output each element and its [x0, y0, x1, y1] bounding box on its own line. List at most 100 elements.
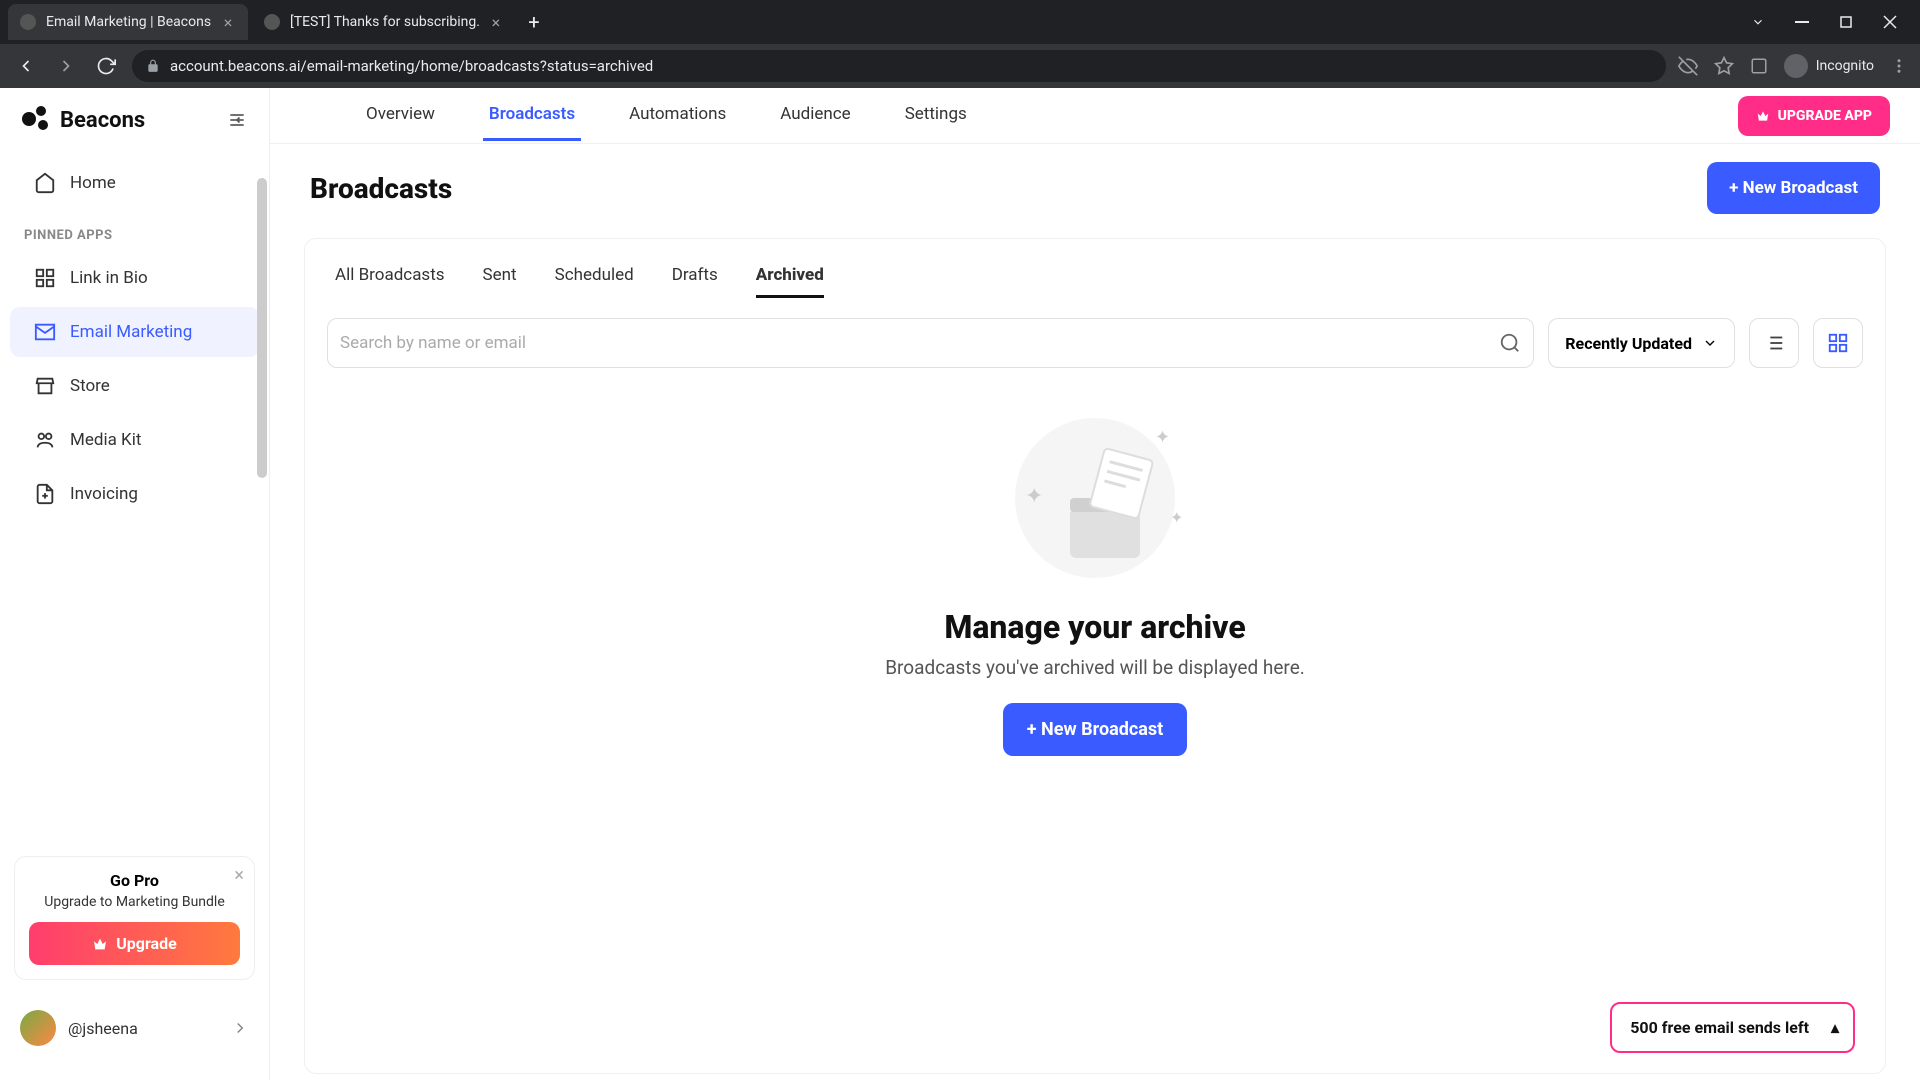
brand-logo[interactable]: Beacons [22, 106, 145, 134]
collapse-sidebar-icon[interactable] [227, 110, 247, 130]
minimize-icon[interactable] [1792, 12, 1812, 32]
sidebar-item-store[interactable]: Store [10, 361, 259, 411]
sidebar-item-label: Store [70, 376, 110, 396]
url-text: account.beacons.ai/email-marketing/home/… [170, 57, 653, 75]
empty-illustration: ✦ ✦ ✦ [975, 398, 1215, 598]
upgrade-button[interactable]: Upgrade [29, 922, 240, 965]
content-card: All Broadcasts Sent Scheduled Drafts Arc… [304, 238, 1886, 1074]
empty-subtitle: Broadcasts you've archived will be displ… [885, 656, 1305, 679]
upgrade-button-label: Upgrade [116, 934, 177, 953]
chevron-down-icon [1702, 335, 1718, 351]
gopro-card: × Go Pro Upgrade to Marketing Bundle Upg… [14, 856, 255, 980]
media-kit-icon [34, 429, 56, 451]
brand-name: Beacons [60, 108, 145, 133]
sidebar-item-email-marketing[interactable]: Email Marketing [10, 307, 259, 357]
tab-automations[interactable]: Automations [623, 90, 732, 141]
gopro-title: Go Pro [29, 871, 240, 890]
quota-pill[interactable]: 500 free email sends left [1610, 1002, 1855, 1053]
back-button[interactable] [12, 52, 40, 80]
tab-settings[interactable]: Settings [899, 90, 973, 141]
crown-icon [1756, 109, 1770, 123]
tab-favicon [264, 14, 280, 30]
tab-title: [TEST] Thanks for subscribing. [290, 14, 480, 30]
close-icon[interactable] [1880, 12, 1900, 32]
sidebar-item-label: Invoicing [70, 484, 138, 504]
search-field-wrap[interactable] [327, 318, 1534, 368]
incognito-label: Incognito [1816, 58, 1874, 74]
empty-title: Manage your archive [944, 608, 1245, 646]
filter-tab-archived[interactable]: Archived [756, 265, 824, 298]
url-bar: account.beacons.ai/email-marketing/home/… [0, 44, 1920, 88]
main: Overview Broadcasts Automations Audience… [270, 88, 1920, 1080]
user-handle: @jsheena [68, 1019, 219, 1038]
search-input[interactable] [340, 333, 1499, 353]
filter-tab-scheduled[interactable]: Scheduled [555, 265, 634, 298]
sidebar-item-media-kit[interactable]: Media Kit [10, 415, 259, 465]
reload-button[interactable] [92, 52, 120, 80]
avatar [20, 1010, 56, 1046]
sidebar-item-invoicing[interactable]: Invoicing [10, 469, 259, 519]
filter-tab-all[interactable]: All Broadcasts [335, 265, 445, 298]
controls-row: Recently Updated [327, 318, 1863, 368]
filter-tabs: All Broadcasts Sent Scheduled Drafts Arc… [327, 261, 1863, 318]
kebab-menu-icon[interactable] [1890, 57, 1908, 75]
tab-title: Email Marketing | Beacons [46, 14, 212, 30]
filter-tab-drafts[interactable]: Drafts [672, 265, 718, 298]
list-view-button[interactable] [1749, 318, 1799, 368]
new-broadcast-button[interactable]: + New Broadcast [1003, 703, 1187, 756]
close-icon[interactable]: × [220, 14, 236, 30]
tab-broadcasts[interactable]: Broadcasts [483, 90, 581, 141]
chevron-down-icon[interactable] [1748, 12, 1768, 32]
sort-label: Recently Updated [1565, 334, 1692, 353]
quota-label: 500 free email sends left [1630, 1018, 1809, 1037]
sidebar-item-label: Home [70, 173, 116, 193]
tab-favicon [20, 14, 36, 30]
browser-tab[interactable]: Email Marketing | Beacons × [8, 4, 248, 40]
upgrade-app-label: UPGRADE APP [1778, 108, 1872, 124]
sidebar-item-link-in-bio[interactable]: Link in Bio [10, 253, 259, 303]
close-icon[interactable]: × [234, 865, 244, 886]
grid-icon [34, 267, 56, 289]
sort-dropdown[interactable]: Recently Updated [1548, 318, 1735, 368]
sidebar-item-label: Media Kit [70, 430, 141, 450]
invoice-icon [34, 483, 56, 505]
grid-view-button[interactable] [1813, 318, 1863, 368]
sidebar-item-label: Email Marketing [70, 322, 192, 342]
new-broadcast-button[interactable]: + New Broadcast [1707, 162, 1880, 214]
browser-tab[interactable]: [TEST] Thanks for subscribing. × [252, 4, 516, 40]
svg-text:✦: ✦ [1155, 427, 1170, 448]
browser-chrome: Email Marketing | Beacons × [TEST] Thank… [0, 0, 1920, 88]
incognito-indicator[interactable]: Incognito [1784, 54, 1874, 78]
filter-tab-sent[interactable]: Sent [483, 265, 517, 298]
window-controls [1748, 12, 1912, 32]
sidebar-item-home[interactable]: Home [10, 158, 259, 208]
user-menu[interactable]: @jsheena [0, 994, 269, 1062]
store-icon [34, 375, 56, 397]
app-root: Beacons Home PINNED APPS Link in Bio Ema… [0, 88, 1920, 1080]
home-icon [34, 172, 56, 194]
eye-off-icon[interactable] [1678, 56, 1698, 76]
logo-icon [22, 106, 50, 134]
search-icon[interactable] [1499, 332, 1521, 354]
mail-icon [34, 321, 56, 343]
sidebar-item-label: Link in Bio [70, 268, 148, 288]
page-title: Broadcasts [310, 172, 452, 205]
top-nav: Overview Broadcasts Automations Audience… [270, 88, 1920, 144]
close-icon[interactable]: × [488, 14, 504, 30]
sidebar-section-header: PINNED APPS [0, 210, 269, 251]
empty-state: ✦ ✦ ✦ Manage your archive Broadcasts you… [327, 368, 1863, 756]
sidebar-scrollbar[interactable] [257, 178, 267, 578]
extensions-icon[interactable] [1750, 57, 1768, 75]
maximize-icon[interactable] [1836, 12, 1856, 32]
upgrade-app-button[interactable]: UPGRADE APP [1738, 96, 1890, 136]
forward-button[interactable] [52, 52, 80, 80]
chevron-right-icon [231, 1019, 249, 1037]
incognito-icon [1784, 54, 1808, 78]
tab-audience[interactable]: Audience [774, 90, 856, 141]
tab-bar: Email Marketing | Beacons × [TEST] Thank… [0, 0, 1920, 44]
new-tab-button[interactable]: + [520, 8, 548, 36]
svg-text:✦: ✦ [1170, 508, 1183, 527]
star-icon[interactable] [1714, 56, 1734, 76]
address-bar[interactable]: account.beacons.ai/email-marketing/home/… [132, 50, 1666, 82]
tab-overview[interactable]: Overview [360, 90, 441, 141]
